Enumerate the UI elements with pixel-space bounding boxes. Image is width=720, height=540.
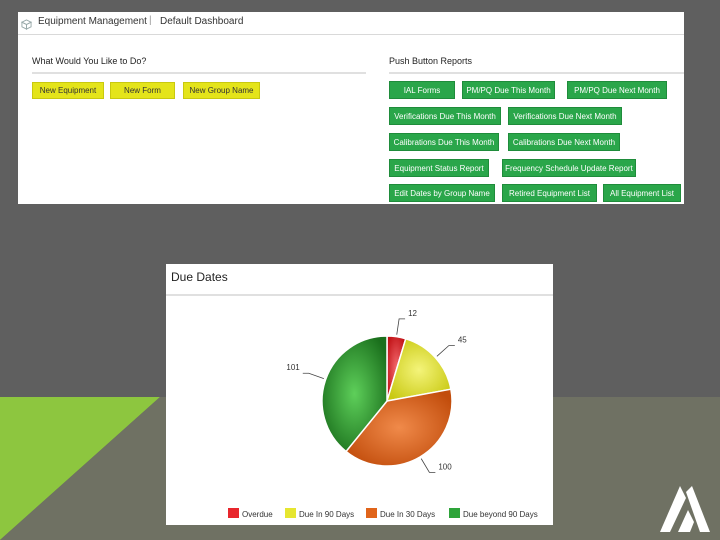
- breadcrumb-current-page: Default Dashboard: [160, 16, 244, 27]
- verifications-due-this-month-button[interactable]: Verifications Due This Month: [389, 107, 501, 125]
- breadcrumb-app-link[interactable]: Equipment Management: [38, 16, 147, 27]
- retired-equipment-list-button[interactable]: Retired Equipment List: [502, 184, 597, 202]
- actions-section-title: What Would You Like to Do?: [32, 56, 147, 66]
- calibrations-due-this-month-button[interactable]: Calibrations Due This Month: [389, 133, 499, 151]
- edit-dates-by-group-name-button[interactable]: Edit Dates by Group Name: [389, 184, 495, 202]
- actions-divider: [32, 72, 366, 74]
- new-equipment-button[interactable]: New Equipment: [32, 82, 104, 99]
- legend-item-due-beyond-90-days[interactable]: Due beyond 90 Days: [449, 508, 538, 519]
- data-label-due-in-30-days: 100: [438, 462, 452, 471]
- leader-line-due-in-30-days: [420, 458, 436, 473]
- legend-swatch-overdue: [228, 508, 239, 518]
- legend-swatch-due-in-90-days: [285, 508, 296, 518]
- new-form-button[interactable]: New Form: [110, 82, 175, 99]
- breadcrumb-separator: |: [149, 15, 152, 26]
- ial-forms-button[interactable]: IAL Forms: [389, 81, 455, 99]
- reports-section-title: Push Button Reports: [389, 56, 473, 66]
- legend-label-due-in-90-days: Due In 90 Days: [299, 510, 354, 519]
- data-label-due-in-90-days: 45: [458, 336, 467, 345]
- legend-label-due-beyond-90-days: Due beyond 90 Days: [463, 510, 538, 519]
- new-group-name-button[interactable]: New Group Name: [183, 82, 260, 99]
- pmpq-due-next-month-button[interactable]: PM/PQ Due Next Month: [567, 81, 667, 99]
- frequency-schedule-update-report-button[interactable]: Frequency Schedule Update Report: [502, 159, 636, 177]
- cube-icon: [21, 19, 32, 30]
- legend-item-due-in-90-days[interactable]: Due In 90 Days: [285, 508, 354, 519]
- legend-item-due-in-30-days[interactable]: Due In 30 Days: [366, 508, 435, 519]
- legend-item-overdue[interactable]: Overdue: [228, 508, 273, 519]
- equipment-status-report-button[interactable]: Equipment Status Report: [389, 159, 489, 177]
- legend-swatch-due-beyond-90-days: [449, 508, 460, 518]
- leader-line-due-beyond-90-days: [302, 372, 324, 379]
- legend-swatch-due-in-30-days: [366, 508, 377, 518]
- reports-divider: [389, 72, 684, 74]
- due-dates-pie-chart: 12 45 100 101 Overdue Due In 90 Days Due In 30…: [228, 309, 538, 519]
- leader-line-due-in-90-days: [436, 345, 455, 357]
- leader-line-overdue: [396, 318, 406, 335]
- legend-label-overdue: Overdue: [242, 510, 273, 519]
- all-equipment-list-button[interactable]: All Equipment List: [603, 184, 681, 202]
- data-label-due-beyond-90-days: 101: [286, 363, 300, 372]
- data-label-overdue: 12: [408, 309, 417, 318]
- due-dates-panel: Due Dates 12 45 100 101 Overdue Due In 90 Day…: [166, 264, 553, 525]
- legend-label-due-in-30-days: Due In 30 Days: [380, 510, 435, 519]
- company-logo-icon: [660, 486, 710, 532]
- pmpq-due-this-month-button[interactable]: PM/PQ Due This Month: [462, 81, 555, 99]
- calibrations-due-next-month-button[interactable]: Calibrations Due Next Month: [508, 133, 620, 151]
- verifications-due-next-month-button[interactable]: Verifications Due Next Month: [508, 107, 622, 125]
- dashboard-panel: Equipment Management | Default Dashboard…: [18, 12, 684, 204]
- breadcrumb: Equipment Management | Default Dashboard: [18, 12, 684, 35]
